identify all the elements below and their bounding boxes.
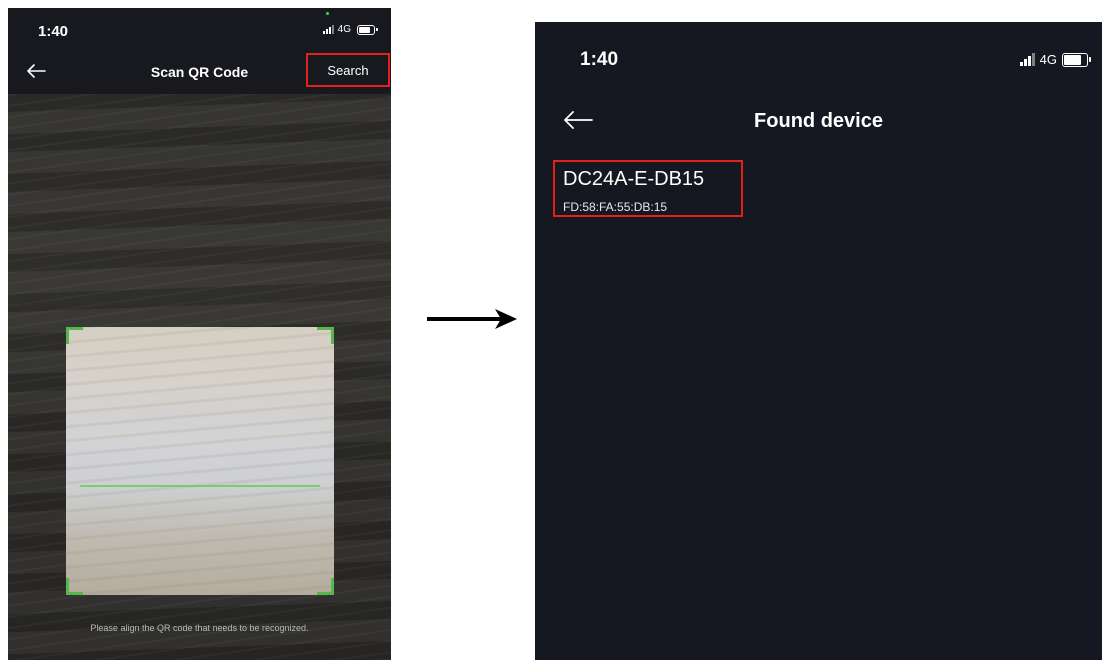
frame-corner-icon	[66, 578, 83, 595]
device-name: DC24A-E-DB15	[563, 168, 705, 190]
frame-corner-icon	[66, 327, 83, 344]
signal-bars-icon	[322, 25, 334, 34]
device-mac-address: FD:58:FA:55:DB:15	[563, 200, 668, 214]
scan-qr-screen: 1:40 4G Scan QR Code Search Please align…	[8, 8, 391, 660]
arrow-right-icon	[427, 309, 517, 329]
network-type: 4G	[1039, 52, 1057, 67]
scan-line	[80, 485, 320, 487]
status-time: 1:40	[580, 49, 619, 70]
signal-bars-icon	[1019, 53, 1035, 66]
scan-header: 1:40 4G Scan QR Code Search	[8, 8, 391, 94]
found-device-screen: 1:40 4G Found device DC24A-E-DB15 FD:58:…	[535, 22, 1102, 660]
status-indicators: 4G	[1019, 52, 1091, 67]
frame-corner-icon	[317, 578, 334, 595]
status-time: 1:40	[38, 23, 69, 40]
battery-icon	[1062, 52, 1091, 67]
device-list-item[interactable]: DC24A-E-DB15 FD:58:FA:55:DB:15	[553, 160, 743, 217]
page-title: Found device	[754, 110, 883, 132]
qr-scan-frame	[66, 327, 334, 595]
battery-icon	[357, 24, 378, 35]
status-indicators: 4G	[322, 24, 378, 35]
network-type: 4G	[337, 24, 351, 35]
scan-hint-text: Please align the QR code that needs to b…	[90, 623, 309, 633]
search-button[interactable]: Search	[306, 53, 390, 87]
frame-corner-icon	[317, 327, 334, 344]
privacy-indicator-icon	[326, 12, 329, 15]
